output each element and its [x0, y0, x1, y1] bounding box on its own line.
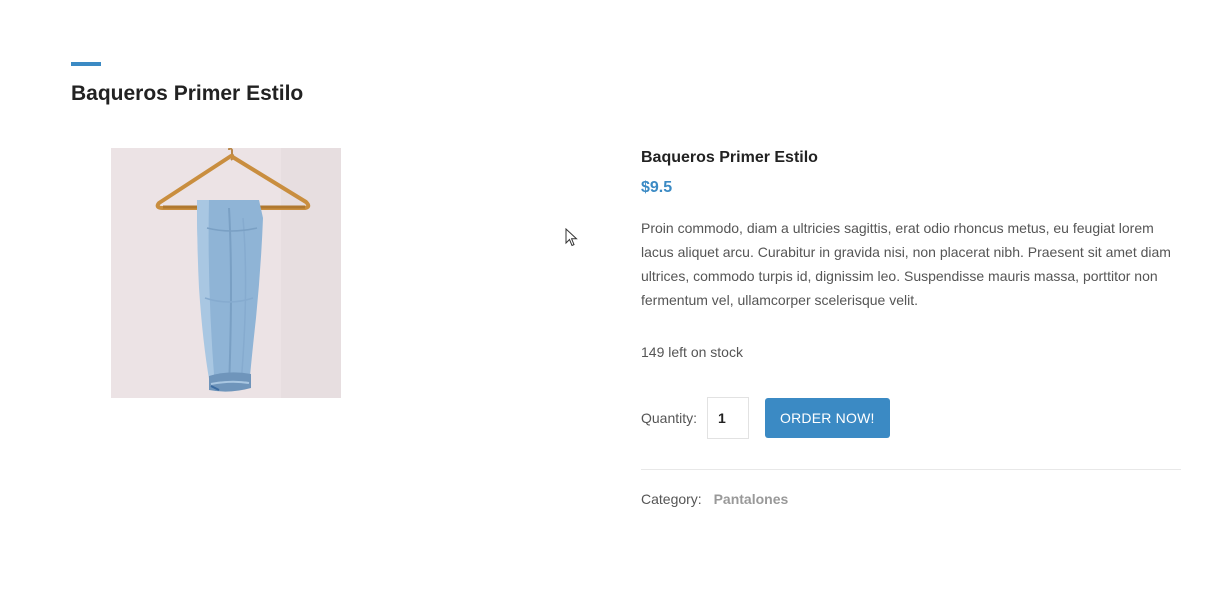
order-now-button[interactable]: ORDER NOW!: [765, 398, 890, 438]
order-form: Quantity: ORDER NOW!: [641, 397, 1181, 439]
quantity-label: Quantity:: [641, 410, 698, 426]
product-page: Baqueros Primer Estilo Baqueros Primer E…: [0, 0, 1213, 605]
page-title: Baqueros Primer Estilo: [71, 82, 304, 105]
title-accent-bar: [71, 62, 101, 66]
product-description: Proin commodo, diam a ultricies sagittis…: [641, 220, 1171, 308]
mouse-pointer-icon: [565, 228, 578, 247]
category-link[interactable]: Pantalones: [714, 491, 789, 507]
quantity-input[interactable]: [707, 397, 750, 439]
product-name: Baqueros Primer Estilo: [641, 149, 818, 166]
category-row: Category: Pantalones: [641, 489, 1181, 509]
product-price: $9.5: [641, 179, 673, 196]
product-details: Baqueros Primer Estilo $9.5 Proin commod…: [641, 146, 1181, 509]
category-label: Category:: [641, 491, 702, 507]
divider: [641, 469, 1181, 470]
stock-status: 149 left on stock: [641, 344, 743, 360]
product-image[interactable]: [111, 148, 341, 398]
jeans-on-hanger-photo: [111, 148, 341, 398]
